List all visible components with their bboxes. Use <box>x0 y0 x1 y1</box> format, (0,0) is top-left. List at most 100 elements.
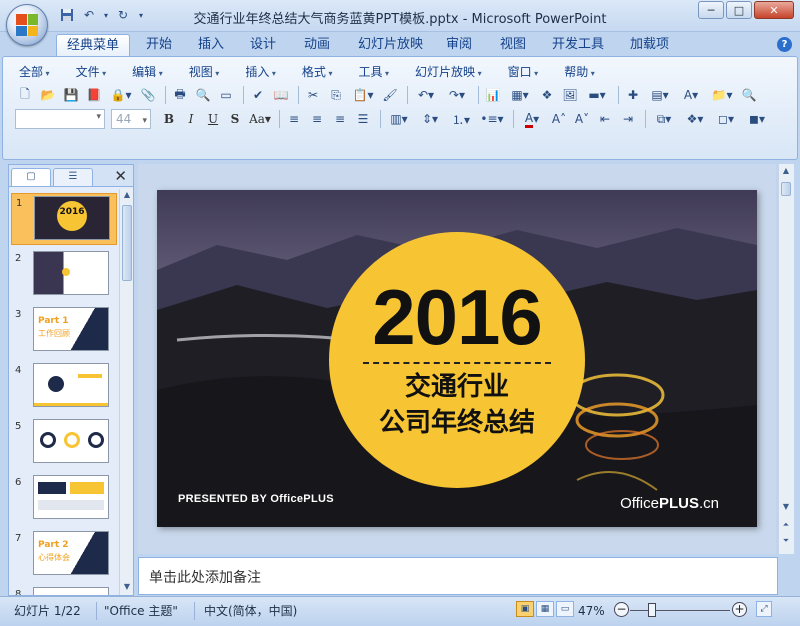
save-pdf-icon[interactable]: 📕 <box>84 85 104 105</box>
slide-thumbnail-4[interactable]: 4 <box>11 361 117 413</box>
tab-review[interactable]: 审阅 <box>436 34 482 56</box>
underline-button[interactable]: U <box>203 109 223 129</box>
text-direction-icon[interactable]: ⇕▾ <box>416 109 444 129</box>
slide-thumbnail-1[interactable]: 1 2016 <box>11 193 117 245</box>
align-right-icon[interactable]: ≡ <box>330 109 350 129</box>
columns-icon[interactable]: ▥▾ <box>385 109 413 129</box>
arrange-icon[interactable]: ⧉▾ <box>650 109 678 129</box>
picture-icon[interactable]: 🖼 <box>560 85 580 105</box>
maximize-button[interactable]: □ <box>726 1 752 19</box>
paste-icon[interactable]: 📋▾ <box>349 85 377 105</box>
slide-thumbnail-6[interactable]: 6 <box>11 473 117 525</box>
tab-insert[interactable]: 插入 <box>188 34 234 56</box>
close-pane-icon[interactable]: ✕ <box>114 167 127 185</box>
slide-thumbnail-8[interactable]: 8 <box>11 585 117 595</box>
shape-fill-icon[interactable]: ◻▾ <box>712 109 740 129</box>
new-file-icon[interactable]: 🗋 <box>15 85 35 105</box>
slide-thumbnail-3[interactable]: 3 Part 1 工作回顾 <box>11 305 117 357</box>
tab-developer[interactable]: 开发工具 <box>542 34 614 56</box>
office-button[interactable] <box>6 4 48 46</box>
copy-icon[interactable]: ⎘ <box>326 85 346 105</box>
new-slide-icon[interactable]: ✚ <box>623 85 643 105</box>
scroll-up-icon[interactable]: ▲ <box>121 190 133 202</box>
zoom-search-icon[interactable]: 🔍 <box>739 85 759 105</box>
research-icon[interactable]: 📖 <box>271 85 291 105</box>
slide-sorter-icon[interactable]: ▦ <box>536 601 554 617</box>
undo-icon[interactable]: ↶▾ <box>412 85 440 105</box>
zoom-slider[interactable] <box>630 610 730 611</box>
redo-icon[interactable]: ↷▾ <box>443 85 471 105</box>
menu-view[interactable]: 视图 <box>183 63 226 81</box>
tab-outline[interactable]: ☰ <box>53 168 93 186</box>
decrease-indent-icon[interactable]: ⇤ <box>595 109 615 129</box>
normal-view-icon[interactable]: ▣ <box>516 601 534 617</box>
quick-styles-icon[interactable]: ❖▾ <box>681 109 709 129</box>
layout-icon[interactable]: ▭ <box>216 85 236 105</box>
shadow-button[interactable]: S <box>225 109 245 129</box>
previous-slide-icon[interactable]: ⏶ <box>780 520 792 532</box>
tab-addins[interactable]: 加载项 <box>620 34 679 56</box>
print-preview-icon[interactable]: 🔍 <box>193 85 213 105</box>
slide-layout-icon[interactable]: ▤▾ <box>646 85 674 105</box>
font-name-combobox[interactable] <box>15 109 105 129</box>
table-icon[interactable]: ▦▾ <box>506 85 534 105</box>
tab-design[interactable]: 设计 <box>240 34 286 56</box>
open-folder-icon[interactable]: 📂 <box>38 85 58 105</box>
fit-to-window-icon[interactable]: ⤢ <box>756 601 772 617</box>
slideshow-view-icon[interactable]: ▭ <box>556 601 574 617</box>
theme-name[interactable]: "Office 主题" <box>104 601 178 621</box>
slide-thumbnail-7[interactable]: 7 Part 2 心得体会 <box>11 529 117 581</box>
zoom-in-icon[interactable]: + <box>732 602 747 617</box>
italic-button[interactable]: I <box>181 109 201 129</box>
notes-placeholder[interactable]: 单击此处添加备注 <box>149 567 261 587</box>
save-icon[interactable]: 💾 <box>61 85 81 105</box>
menu-slideshow[interactable]: 幻灯片放映 <box>409 63 488 81</box>
bold-button[interactable]: B <box>159 109 179 129</box>
spelling-icon[interactable]: ✔ <box>248 85 268 105</box>
notes-pane[interactable]: 单击此处添加备注 <box>138 557 778 595</box>
textbox-icon[interactable]: A▾ <box>677 85 705 105</box>
slide-thumbnail-5[interactable]: 5 <box>11 417 117 469</box>
tab-slideshow[interactable]: 幻灯片放映 <box>348 34 433 56</box>
tab-classic-menu[interactable]: 经典菜单 <box>56 34 131 56</box>
bullets-icon[interactable]: •≡▾ <box>478 109 506 129</box>
tab-view[interactable]: 视图 <box>490 34 536 56</box>
scrollbar-thumb[interactable] <box>122 205 132 281</box>
help-icon[interactable]: ? <box>777 37 792 52</box>
zoom-level[interactable]: 47% <box>578 601 605 621</box>
scroll-up-icon[interactable]: ▲ <box>780 166 792 178</box>
slide-scrollbar[interactable]: ▲ ▼ ⏶ ⏷ <box>778 164 794 554</box>
tab-animation[interactable]: 动画 <box>294 34 340 56</box>
justify-icon[interactable]: ☰ <box>353 109 373 129</box>
print-icon[interactable]: 🖶 <box>170 85 190 105</box>
zoom-slider-thumb[interactable] <box>648 603 656 617</box>
menu-help[interactable]: 帮助 <box>558 63 601 81</box>
current-slide[interactable]: 2016 交通行业 公司年终总结 PRESENTED BY OfficePLUS… <box>157 190 757 527</box>
align-left-icon[interactable]: ≡ <box>284 109 304 129</box>
language-indicator[interactable]: 中文(简体，中国) <box>204 601 297 621</box>
menu-file[interactable]: 文件 <box>70 63 113 81</box>
align-center-icon[interactable]: ≡ <box>307 109 327 129</box>
decrease-font-icon[interactable]: A˅ <box>572 109 592 129</box>
tab-slides[interactable]: ▢ <box>11 168 51 186</box>
menu-format[interactable]: 格式 <box>296 63 339 81</box>
menu-all[interactable]: 全部 <box>13 63 56 81</box>
menu-insert[interactable]: 插入 <box>239 63 282 81</box>
numbering-icon[interactable]: ⒈▾ <box>447 109 475 129</box>
menu-window[interactable]: 窗口 <box>502 63 545 81</box>
format-painter-icon[interactable]: 🖌 <box>380 85 400 105</box>
scroll-down-icon[interactable]: ▼ <box>780 502 792 514</box>
change-case-button[interactable]: Aa▾ <box>247 109 273 129</box>
increase-font-icon[interactable]: A˄ <box>549 109 569 129</box>
permission-icon[interactable]: 🔒▾ <box>107 85 135 105</box>
tab-home[interactable]: 开始 <box>136 34 182 56</box>
cut-icon[interactable]: ✂ <box>303 85 323 105</box>
attach-icon[interactable]: 📎 <box>138 85 158 105</box>
close-button[interactable]: ✕ <box>754 1 794 19</box>
thumbnail-scrollbar[interactable]: ▲ ▼ <box>119 189 133 595</box>
minimize-button[interactable]: ─ <box>698 1 724 19</box>
shape-outline-icon[interactable]: ◼▾ <box>743 109 771 129</box>
zoom-out-icon[interactable]: − <box>614 602 629 617</box>
increase-indent-icon[interactable]: ⇥ <box>618 109 638 129</box>
next-slide-icon[interactable]: ⏷ <box>780 536 792 548</box>
